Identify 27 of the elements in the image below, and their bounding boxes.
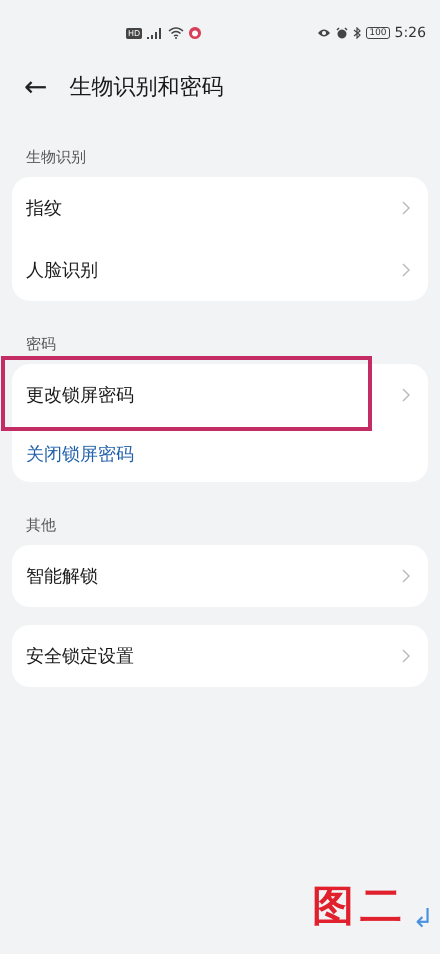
battery-indicator: 100: [366, 27, 390, 39]
chevron-icon: [402, 388, 410, 402]
return-arrow: ↲: [412, 904, 434, 934]
section-label: 密码: [25, 334, 57, 355]
bluetooth-icon: [353, 27, 362, 39]
chevron-icon: [402, 569, 410, 583]
section-label: 其他: [25, 515, 57, 536]
settings-item[interactable]: 智能解锁: [26, 564, 98, 588]
settings-link[interactable]: 关闭锁屏密码: [26, 442, 134, 466]
settings-item[interactable]: 安全锁定设置: [26, 644, 134, 668]
section-label: 生物识别: [25, 147, 87, 168]
settings-item[interactable]: 人脸识别: [26, 258, 98, 282]
signal-icon: [147, 27, 164, 39]
settings-item[interactable]: 更改锁屏密码: [26, 383, 134, 407]
app-notification-icon: [189, 27, 202, 39]
eye-icon: [317, 28, 332, 38]
alarm-icon: [336, 27, 348, 39]
caption-label: 图二: [312, 880, 408, 932]
page-title: 生物识别和密码: [69, 74, 224, 102]
clock-time: 5:26: [394, 25, 426, 41]
chevron-icon: [402, 201, 410, 215]
chevron-icon: [402, 263, 410, 277]
wifi-icon: [168, 27, 184, 39]
back-button[interactable]: ←: [24, 73, 48, 101]
chevron-icon: [402, 649, 410, 663]
hd-badge: HD: [126, 28, 142, 38]
settings-item[interactable]: 指纹: [26, 196, 62, 220]
